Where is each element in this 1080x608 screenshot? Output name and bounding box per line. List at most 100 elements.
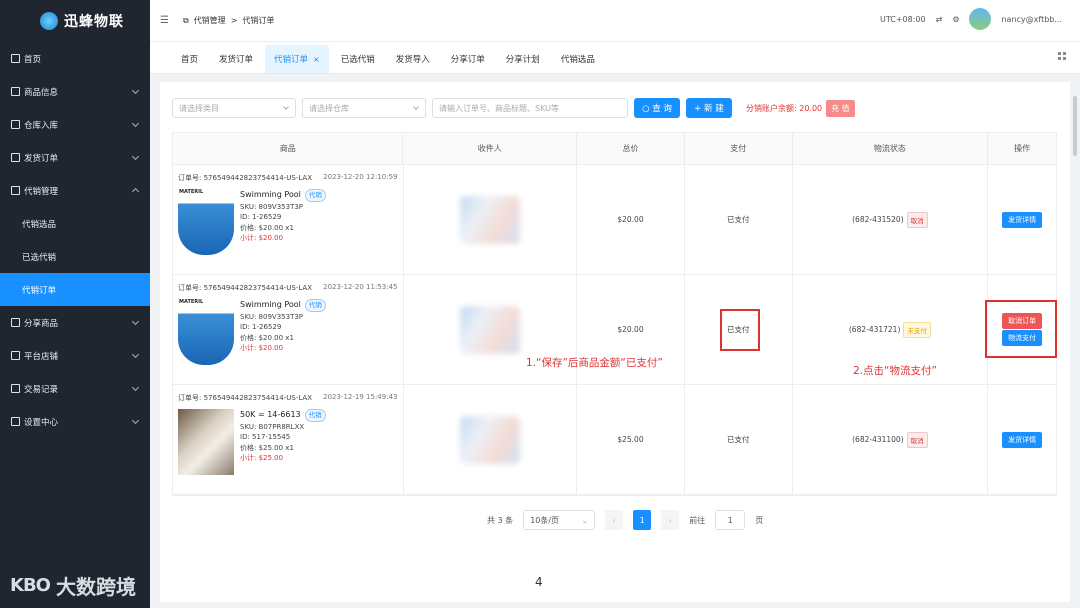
- tab-share-plan[interactable]: 分享计划: [497, 45, 549, 73]
- timezone[interactable]: UTC+08:00: [880, 15, 926, 24]
- goto-page-input[interactable]: 1: [715, 510, 746, 530]
- product-id: ID: 517-15545: [240, 433, 291, 441]
- balance-info: 分销账户余额: 20.00 充 值: [746, 99, 855, 117]
- product-id: ID: 1-26529: [240, 213, 282, 221]
- sidebar-item-warehouse[interactable]: 仓库入库: [0, 108, 150, 141]
- status-badge: 未支付: [903, 321, 931, 338]
- annotation-note-1: 1.“保存”后商品金额“已支付”: [526, 357, 663, 369]
- sidebar-subitem-consignment-selection[interactable]: 代销选品: [0, 207, 150, 240]
- total-cell: $25.00: [577, 385, 685, 494]
- next-page-button[interactable]: ›: [661, 510, 680, 530]
- prev-page-button[interactable]: ‹: [605, 510, 624, 530]
- tab-consignment-orders[interactable]: 代销订单 ×: [265, 45, 329, 73]
- chevron-down-icon: [131, 416, 140, 425]
- sidebar-item-label: 分享商品: [24, 318, 59, 329]
- consignment-tag: 代销: [304, 189, 326, 202]
- sidebar-item-label: 代销管理: [24, 186, 59, 197]
- breadcrumb-icon: ⧉: [182, 15, 189, 25]
- balance-label: 分销账户余额: 20.00: [746, 103, 823, 113]
- top-bar: ☰ ⧉ 代销管理 > 代销订单 UTC+08:00 ⇄ ⚙ nancy@xftb…: [150, 0, 1080, 42]
- product-brand: MATERIL: [179, 189, 204, 195]
- user-email[interactable]: nancy@xftbb...: [1001, 15, 1062, 24]
- page-unit: 页: [755, 515, 764, 525]
- sidebar-item-consignment[interactable]: 代销管理: [0, 174, 150, 207]
- order-number: 订单号: 576549442823754414-US-LAX: [178, 394, 313, 402]
- sidebar-item-shared-products[interactable]: 分享商品: [0, 306, 150, 339]
- page-size-select[interactable]: 10条/页 ⌄: [523, 510, 596, 530]
- sidebar-item-settings[interactable]: 设置中心: [0, 405, 150, 438]
- product-cell: 订单号: 576549442823754414-US-LAX 2023-12-19…: [173, 385, 404, 494]
- product-cell: 订单号: 576549442823754414-US-LAX 2023-12-20…: [173, 275, 404, 384]
- sidebar-item-transactions[interactable]: 交易记录: [0, 372, 150, 405]
- consignment-tag: 代销: [304, 299, 326, 312]
- translate-icon[interactable]: ⇄: [936, 15, 943, 24]
- tab-home[interactable]: 首页: [172, 45, 207, 73]
- product-price: 价格: $20.00 x1: [240, 333, 294, 342]
- avatar[interactable]: [969, 8, 992, 30]
- category-select[interactable]: 请选择类目: [172, 98, 296, 118]
- breadcrumb-item[interactable]: 代销管理: [194, 15, 226, 26]
- menu-fold-icon[interactable]: ☰: [160, 15, 169, 26]
- sidebar-item-label: 设置中心: [24, 417, 59, 428]
- logistics-number: (682-431100): [852, 435, 904, 444]
- settings-icon[interactable]: ⚙: [952, 15, 959, 24]
- tab-shipping-import[interactable]: 发货导入: [387, 45, 439, 73]
- product-image[interactable]: [178, 409, 234, 475]
- sidebar-subitem-label: 代销选品: [22, 219, 57, 230]
- query-button[interactable]: ○ 查 询: [634, 98, 680, 118]
- product-name[interactable]: 50K = 14-6613: [240, 410, 301, 421]
- sidebar-subitem-selected-consignment[interactable]: 已选代销: [0, 240, 150, 273]
- recharge-button[interactable]: 充 值: [826, 99, 855, 117]
- shipping-details-button[interactable]: 发货详情: [1002, 431, 1043, 448]
- tab-shared-orders[interactable]: 分享订单: [442, 45, 494, 73]
- search-input[interactable]: 请输入订单号、商品标题、SKU等: [432, 98, 628, 118]
- watermark-logo: KBO: [10, 575, 51, 596]
- category-placeholder: 请选择类目: [179, 103, 219, 113]
- order-time: 2023-12-20 12:10:59: [323, 173, 398, 181]
- grid-icon[interactable]: [1058, 52, 1066, 60]
- shipping-details-button[interactable]: 发货详情: [1002, 211, 1043, 228]
- chevron-down-icon: [283, 104, 289, 110]
- warehouse-placeholder: 请选择仓库: [309, 103, 349, 113]
- app-logo[interactable]: 迅蜂物联: [0, 0, 150, 42]
- recipient-cell: [404, 385, 578, 494]
- tab-label: 已选代销: [340, 55, 375, 65]
- chevron-down-icon: [131, 383, 140, 392]
- tab-label: 代销选品: [560, 55, 595, 65]
- gear-icon: [11, 417, 20, 426]
- sidebar-subitem-label: 代销订单: [22, 285, 57, 296]
- warehouse-icon: [11, 120, 20, 129]
- sidebar-item-home[interactable]: 首页: [0, 42, 150, 75]
- chevron-up-icon: [131, 187, 140, 196]
- scrollbar[interactable]: [1073, 96, 1077, 156]
- list-icon: [11, 153, 20, 162]
- product-image[interactable]: MATERIL: [178, 189, 234, 255]
- product-subtotal: 小计: $20.00: [240, 234, 284, 242]
- tab-selected-consignment[interactable]: 已选代销: [332, 45, 384, 73]
- tab-label: 分享订单: [450, 55, 485, 65]
- tab-label: 首页: [181, 55, 199, 65]
- sidebar-item-platform-stores[interactable]: 平台店铺: [0, 339, 150, 372]
- new-button[interactable]: + 新 建: [686, 98, 732, 118]
- tab-consignment-selection[interactable]: 代销选品: [552, 45, 604, 73]
- recipient-blurred: [459, 195, 520, 244]
- page-1-button[interactable]: 1: [633, 510, 652, 530]
- tab-shipping-orders[interactable]: 发货订单: [210, 45, 262, 73]
- product-image[interactable]: MATERIL: [178, 299, 234, 365]
- sidebar-subitem-consignment-orders[interactable]: 代销订单: [0, 273, 150, 306]
- product-name[interactable]: Swimming Pool: [240, 300, 301, 311]
- warehouse-select[interactable]: 请选择仓库: [302, 98, 426, 118]
- pagination: 共 3 条 10条/页 ⌄ ‹ 1 › 前往 1 页: [487, 510, 773, 530]
- logistics-number: (682-431721): [848, 325, 901, 334]
- order-time: 2023-12-19 15:49:43: [323, 393, 398, 401]
- sidebar-item-product-info[interactable]: 商品信息: [0, 75, 150, 108]
- total-cell: $20.00: [577, 165, 685, 274]
- logo-icon: [40, 12, 58, 30]
- sidebar-item-shipping-orders[interactable]: 发货订单: [0, 141, 150, 174]
- product-name[interactable]: Swimming Pool: [240, 190, 301, 201]
- recipient-cell: [404, 165, 578, 274]
- goto-label: 前往: [689, 515, 706, 525]
- close-icon[interactable]: ×: [313, 55, 320, 64]
- actions-cell: 发货详情: [988, 165, 1056, 274]
- breadcrumb-separator: >: [230, 16, 238, 25]
